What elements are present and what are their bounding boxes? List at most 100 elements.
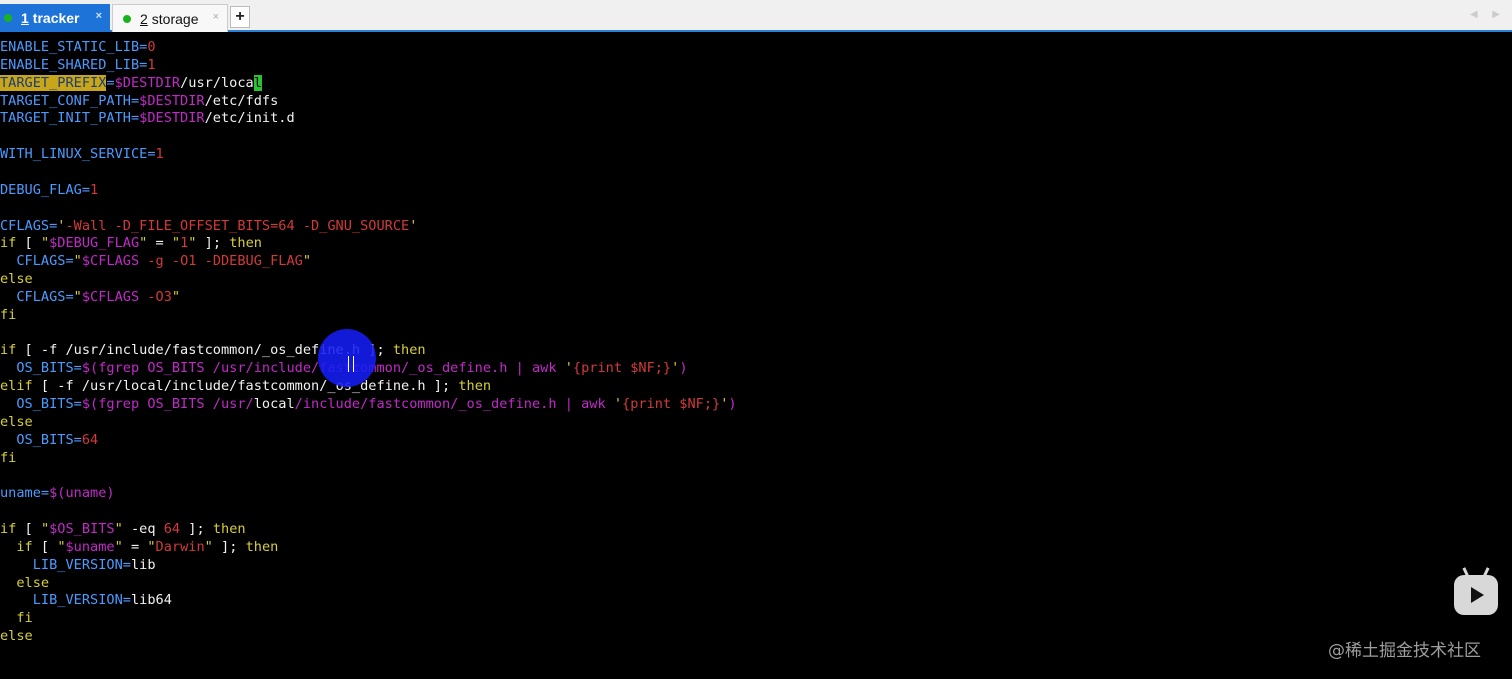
status-dot-icon bbox=[123, 14, 131, 23]
code-token: ) bbox=[728, 396, 737, 412]
code-token: then bbox=[245, 538, 279, 555]
code-token: [ bbox=[16, 235, 41, 252]
code-token: OS_BITS= bbox=[0, 431, 82, 448]
code-token: ]; bbox=[212, 538, 246, 555]
code-token: $uname bbox=[65, 538, 115, 555]
tab-storage[interactable]: 2 storage × bbox=[112, 4, 228, 32]
code-token: local bbox=[253, 396, 295, 412]
code-token: TARGET_CONF_PATH= bbox=[0, 92, 140, 109]
code-token: WITH_LINUX_SERVICE= bbox=[0, 146, 156, 163]
close-icon[interactable]: × bbox=[96, 10, 102, 22]
code-token: ENABLE_SHARED_LIB= bbox=[0, 56, 148, 73]
code-token: LIB_VERSION= bbox=[0, 556, 131, 573]
code-line: ENABLE_STATIC_LIB=0 bbox=[0, 38, 156, 56]
code-token: CFLAGS= bbox=[0, 288, 74, 305]
close-icon[interactable]: × bbox=[213, 11, 219, 23]
code-token: uname= bbox=[0, 485, 50, 502]
code-line: else bbox=[0, 413, 33, 431]
code-token: CFLAGS= bbox=[0, 253, 74, 270]
code-token: ' bbox=[613, 396, 623, 412]
code-line: CFLAGS= '-Wall -D_FILE_OFFSET_BITS=64 -D_… bbox=[0, 217, 417, 235]
code-token: fi bbox=[0, 610, 33, 627]
tab-label: storage bbox=[151, 10, 199, 27]
code-token: ' bbox=[564, 360, 573, 377]
code-token: 1 bbox=[147, 56, 156, 73]
code-line: if [ "$OS_BITS" -eq 64 ]; then bbox=[0, 520, 246, 538]
code-line: fi bbox=[0, 449, 16, 467]
code-line: fi bbox=[0, 306, 16, 324]
code-token: " bbox=[40, 235, 50, 252]
code-token: if bbox=[0, 235, 17, 252]
tab-scroll-arrows-icon[interactable]: ◀ ▶ bbox=[1470, 9, 1506, 20]
status-dot-icon bbox=[4, 14, 12, 22]
code-token: [ -f /usr/local/include/fastcommon/_os_d… bbox=[32, 378, 459, 395]
code-token: CFLAGS= bbox=[0, 217, 58, 234]
code-token: [ bbox=[32, 538, 58, 555]
code-token: /etc/fdfs bbox=[204, 92, 279, 109]
code-token: /etc/init.d bbox=[204, 110, 295, 127]
code-token: OS_BITS= bbox=[0, 396, 82, 412]
code-line: LIB_VERSION=lib64 bbox=[0, 591, 172, 609]
text-cursor-icon bbox=[348, 356, 354, 372]
code-line: CFLAGS="$CFLAGS -g -O1 -DDEBUG_FLAG" bbox=[0, 252, 311, 270]
code-token: $DESTDIR bbox=[139, 110, 205, 127]
code-token: " bbox=[147, 538, 156, 555]
code-token: $OS_BITS bbox=[49, 520, 115, 537]
code-token: = bbox=[122, 538, 148, 555]
code-token: if bbox=[0, 342, 17, 359]
code-token: then bbox=[212, 520, 246, 537]
code-token: ]; bbox=[196, 235, 230, 252]
code-token: $(fgrep OS_BITS /usr/ bbox=[81, 396, 254, 412]
code-token: ' bbox=[409, 217, 418, 234]
code-line: TARGET_CONF_PATH=$DESTDIR/etc/fdfs bbox=[0, 92, 278, 110]
code-line: else bbox=[0, 627, 33, 645]
code-token: 1 bbox=[90, 181, 99, 198]
code-token: /include/fastcommon/_os_define.h | awk bbox=[294, 396, 614, 412]
code-token: [ bbox=[16, 520, 41, 537]
code-token: Darwin bbox=[155, 538, 205, 555]
code-token: $DESTDIR bbox=[139, 92, 205, 109]
code-token: = bbox=[106, 74, 115, 91]
video-player-icon[interactable] bbox=[1454, 575, 1498, 615]
code-token: fi bbox=[0, 449, 17, 466]
code-token: else bbox=[0, 271, 33, 288]
code-token: = bbox=[147, 235, 172, 252]
code-line: OS_BITS=64 bbox=[0, 431, 98, 449]
code-token: {print $NF;} bbox=[622, 396, 721, 412]
code-token: ) bbox=[679, 360, 688, 377]
code-line: if [ "$uname" = "Darwin" ]; then bbox=[0, 538, 278, 556]
code-token: OS_BITS= bbox=[0, 360, 82, 377]
code-token: then bbox=[229, 235, 262, 252]
code-line: uname=$(uname) bbox=[0, 484, 115, 502]
code-token: l bbox=[253, 74, 262, 91]
add-tab-button[interactable]: + bbox=[230, 6, 250, 28]
code-token: DEBUG_FLAG= bbox=[0, 181, 91, 198]
tab-tracker[interactable]: 1 tracker × bbox=[0, 4, 110, 32]
code-token: " bbox=[73, 253, 82, 270]
code-token: " bbox=[114, 520, 123, 537]
code-token: $(uname) bbox=[49, 485, 115, 502]
code-token: 64 bbox=[163, 520, 181, 537]
code-line: CFLAGS="$CFLAGS -O3" bbox=[0, 288, 180, 306]
code-token: $DESTDIR bbox=[114, 74, 181, 91]
code-token: 0 bbox=[147, 39, 156, 55]
code-token: ]; bbox=[180, 520, 213, 537]
watermark: @稀土掘金技术社区 bbox=[1328, 641, 1481, 661]
tab-bar: 1 tracker × 2 storage × + ◀ ▶ bbox=[0, 0, 1512, 32]
code-token: TARGET_PREFIX bbox=[0, 74, 107, 91]
code-token: ENABLE_STATIC_LIB= bbox=[0, 39, 148, 55]
code-line: else bbox=[0, 270, 33, 288]
play-icon bbox=[1471, 587, 1484, 603]
code-token: LIB_VERSION= bbox=[0, 592, 131, 609]
code-token: then bbox=[392, 342, 426, 359]
code-token: else bbox=[0, 413, 33, 430]
code-token: -g -O1 -DDEBUG_FLAG bbox=[139, 253, 303, 270]
code-line: DEBUG_FLAG=1 bbox=[0, 181, 98, 199]
tab-label: tracker bbox=[32, 10, 80, 26]
terminal-editor[interactable]: ENABLE_STATIC_LIB=0 ENABLE_SHARED_LIB=1 TA… bbox=[0, 38, 1512, 679]
code-token: -Wall -D_FILE_OFFSET_BITS=64 -D_GNU_SOUR… bbox=[65, 217, 410, 234]
code-token: lib64 bbox=[130, 592, 172, 609]
code-token: fi bbox=[0, 306, 17, 323]
code-token: -O3 bbox=[139, 288, 172, 305]
code-token: if bbox=[0, 538, 33, 555]
